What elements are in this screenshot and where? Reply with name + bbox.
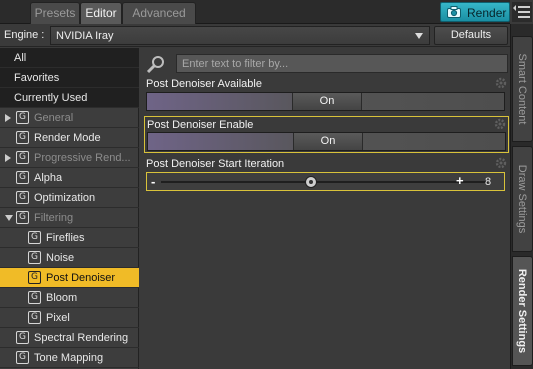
expand-arrow-icon[interactable] [5, 114, 11, 122]
render-button[interactable]: Render [440, 2, 510, 22]
camera-icon [447, 6, 461, 18]
nav-item-currently-used[interactable]: Currently Used [0, 88, 139, 108]
group-icon: G [16, 191, 29, 204]
nav-item-all[interactable]: All [0, 48, 139, 68]
nav-item-spectral-rendering[interactable]: G Spectral Rendering [0, 328, 139, 348]
nav-item-label: Tone Mapping [34, 352, 104, 364]
tab-smart-content[interactable]: Smart Content [512, 36, 533, 142]
nav-item-label: All [14, 52, 27, 64]
slider-value[interactable]: 8 [485, 176, 491, 188]
category-list: All Favorites Currently Used G General G… [0, 48, 139, 369]
slider-field[interactable]: - + 8 [146, 172, 505, 191]
increment-button[interactable]: + [456, 173, 464, 188]
nav-item-label: Spectral Rendering [34, 332, 129, 344]
side-tab-label: Render Settings [516, 268, 528, 354]
nav-item-render-mode[interactable]: G Render Mode [0, 128, 139, 148]
nav-item-fireflies[interactable]: G Fireflies [0, 228, 139, 248]
tab-render-settings[interactable]: Render Settings [512, 256, 533, 366]
filter-input[interactable] [176, 54, 508, 73]
expand-arrow-icon[interactable] [5, 154, 11, 162]
search-icon[interactable] [146, 54, 166, 74]
engine-label: Engine : [4, 29, 45, 41]
slider-handle[interactable] [305, 176, 317, 188]
gear-icon[interactable] [495, 77, 507, 89]
nav-item-label: Filtering [34, 212, 74, 224]
property-label: Post Denoiser Available [146, 78, 262, 90]
group-icon: G [16, 111, 29, 124]
group-icon: G [28, 271, 41, 284]
nav-item-label: Fireflies [46, 232, 85, 244]
collapse-arrow-icon[interactable] [5, 215, 13, 221]
nav-item-pixel[interactable]: G Pixel [0, 308, 139, 328]
engine-row: Engine : NVIDIA Iray Defaults [0, 24, 510, 47]
nav-item-label: Noise [46, 252, 75, 264]
dropdown-arrow-icon [415, 33, 423, 39]
nav-item-post-denoiser[interactable]: G Post Denoiser [0, 268, 139, 288]
group-icon: G [28, 291, 41, 304]
group-icon: G [28, 251, 41, 264]
nav-item-progressive-rendering[interactable]: G Progressive Rend... [0, 148, 139, 168]
slider-track[interactable] [161, 181, 488, 183]
property-label: Post Denoiser Enable [147, 119, 254, 131]
group-icon: G [16, 131, 29, 144]
nav-item-favorites[interactable]: Favorites [0, 68, 139, 88]
gear-icon[interactable] [494, 118, 506, 130]
nav-item-bloom[interactable]: G Bloom [0, 288, 139, 308]
decrement-button[interactable]: - [151, 174, 155, 189]
property-post-denoiser-enable: Post Denoiser Enable On [144, 116, 509, 153]
group-icon: G [16, 331, 29, 344]
group-icon: G [16, 171, 29, 184]
nav-item-label: Alpha [34, 172, 63, 184]
tab-draw-settings[interactable]: Draw Settings [512, 146, 533, 252]
nav-item-label: Favorites [14, 72, 60, 84]
property-label: Post Denoiser Start Iteration [146, 158, 285, 170]
nav-item-general[interactable]: G General [0, 108, 139, 128]
nav-item-tone-mapping[interactable]: G Tone Mapping [0, 348, 139, 368]
toggle-on-button[interactable]: On [292, 93, 362, 110]
property-post-denoiser-available: Post Denoiser Available On [144, 76, 509, 113]
render-button-label: Render [467, 6, 507, 20]
nav-item-filtering[interactable]: G Filtering [0, 208, 139, 228]
property-post-denoiser-start-iteration: Post Denoiser Start Iteration - + 8 [144, 156, 509, 193]
nav-item-label: General [34, 112, 74, 124]
engine-dropdown[interactable]: NVIDIA Iray [50, 26, 430, 45]
nav-item-optimization[interactable]: G Optimization [0, 188, 139, 208]
group-icon: G [28, 231, 41, 244]
property-panel: Post Denoiser Available On Post Denoiser… [140, 48, 510, 369]
nav-item-label: Optimization [34, 192, 96, 204]
group-icon: G [28, 311, 41, 324]
side-tab-bar: Smart Content Draw Settings Render Setti… [510, 24, 533, 369]
group-icon: G [16, 351, 29, 364]
nav-item-alpha[interactable]: G Alpha [0, 168, 139, 188]
gear-icon[interactable] [495, 157, 507, 169]
nav-item-label: Bloom [46, 292, 78, 304]
nav-item-label: Post Denoiser [46, 272, 116, 284]
tab-advanced[interactable]: Advanced [122, 2, 196, 24]
tab-editor[interactable]: Editor [80, 2, 122, 24]
nav-item-noise[interactable]: G Noise [0, 248, 139, 268]
tab-presets[interactable]: Presets [30, 2, 80, 24]
pane-tab-bar: Presets Editor Advanced Render [0, 0, 510, 24]
nav-item-label: Pixel [46, 312, 70, 324]
engine-value: NVIDIA Iray [56, 30, 114, 42]
toggle-field[interactable]: On [146, 92, 505, 111]
side-tab-label: Draw Settings [516, 164, 528, 234]
toggle-field[interactable]: On [147, 132, 506, 151]
pane-menu-icon[interactable] [512, 2, 532, 22]
defaults-button[interactable]: Defaults [434, 26, 508, 45]
group-icon: G [16, 211, 29, 224]
side-tab-label: Smart Content [516, 53, 528, 125]
nav-item-label: Currently Used [14, 92, 88, 104]
toggle-on-button[interactable]: On [293, 133, 363, 150]
nav-item-label: Progressive Rend... [34, 152, 131, 164]
group-icon: G [16, 151, 29, 164]
nav-item-label: Render Mode [34, 132, 101, 144]
